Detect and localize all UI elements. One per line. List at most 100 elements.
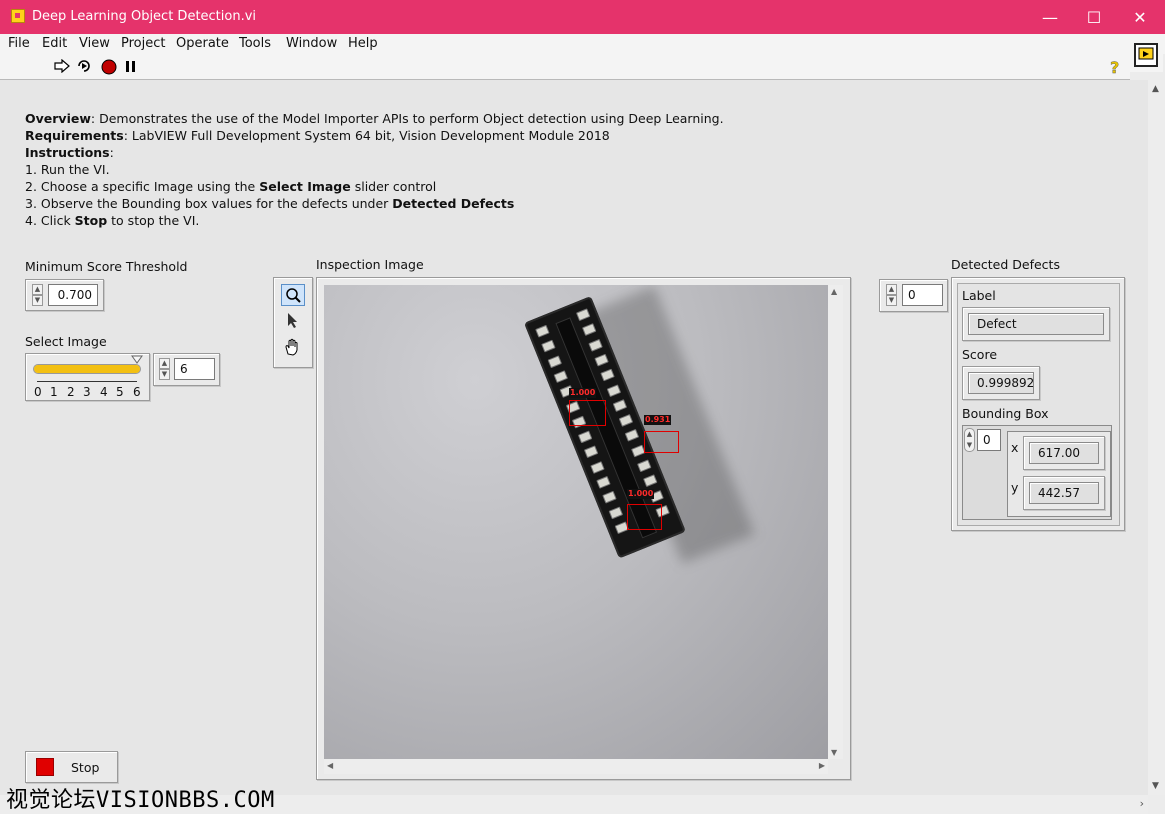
socket-pin [602, 491, 617, 504]
detection-score-label: 0.931 [644, 415, 672, 425]
inspection-image[interactable]: 1.000 0.931 1.000 [324, 285, 828, 759]
socket-pin [575, 308, 591, 322]
bbox-y-indicator: 442.57 [1023, 476, 1105, 510]
menu-view[interactable]: View [79, 36, 110, 51]
selection-tool-button[interactable] [281, 310, 305, 332]
defects-index-input[interactable]: 0 [902, 284, 943, 306]
socket-pin [584, 445, 599, 459]
image-vertical-scrollbar[interactable]: ▲ ▼ [828, 285, 843, 759]
slider-tick-label: 6 [133, 385, 141, 399]
minimize-button[interactable]: — [1027, 0, 1073, 34]
stop-button-label: Stop [71, 760, 100, 775]
socket-pin [624, 429, 640, 443]
min-score-spinner[interactable]: ▲ ▼ [32, 284, 43, 308]
pan-tool-button[interactable] [281, 336, 305, 358]
socket-pin [577, 430, 593, 444]
bbox-index-input[interactable]: 0 [977, 429, 1001, 451]
scroll-up-arrow-icon[interactable]: ▲ [831, 287, 837, 296]
score-caption: Score [962, 347, 998, 362]
requirements-label: Requirements [25, 128, 124, 143]
menu-tools[interactable]: Tools [239, 36, 271, 51]
socket-pin [606, 383, 621, 397]
step3-text-bold: Detected Defects [392, 196, 515, 211]
slider-tick-label: 5 [116, 385, 124, 399]
select-image-slider[interactable]: 0 1 2 3 4 5 6 [25, 353, 150, 401]
select-image-spinner[interactable]: ▲ ▼ [159, 358, 170, 382]
bbox-y-caption: y [1011, 480, 1019, 495]
slider-track[interactable] [33, 364, 141, 374]
decrement-arrow-icon[interactable]: ▼ [32, 295, 43, 306]
socket-pin [618, 414, 634, 427]
svg-text:?: ? [1110, 58, 1119, 76]
bbox-index-spinner[interactable]: ▲ ▼ [964, 428, 975, 452]
scroll-right-arrow-icon[interactable]: ▶ [819, 761, 825, 770]
detection-box [644, 431, 679, 453]
decrement-arrow-icon[interactable]: ▼ [886, 295, 897, 306]
scroll-left-arrow-icon[interactable]: ◀ [327, 761, 333, 770]
select-image-numeric: ▲ ▼ 6 [153, 353, 220, 386]
bbox-y-value: 442.57 [1029, 482, 1099, 504]
instruction-step-1: 1. Run the VI. [25, 162, 110, 177]
menu-window[interactable]: Window [286, 36, 337, 51]
zoom-tool-button[interactable] [281, 284, 305, 306]
instruction-step-4: 4. Click Stop to stop the VI. [25, 212, 199, 229]
step2-text-bold: Select Image [259, 179, 351, 194]
defects-index-spinner[interactable]: ▲ ▼ [886, 284, 897, 308]
slider-tick-label: 3 [83, 385, 91, 399]
slider-fill [34, 365, 140, 373]
maximize-button[interactable]: ☐ [1071, 0, 1117, 34]
increment-arrow-icon[interactable]: ▲ [886, 284, 897, 295]
hand-icon [285, 338, 298, 356]
defects-index-control: ▲ ▼ 0 [879, 279, 948, 312]
decrement-arrow-icon[interactable]: ▼ [159, 369, 170, 380]
menu-edit[interactable]: Edit [42, 36, 67, 51]
labview-vi-icon [11, 9, 25, 23]
menu-file[interactable]: File [8, 36, 30, 51]
socket-pin [608, 506, 623, 519]
socket-pin [643, 474, 658, 488]
run-arrow-icon[interactable] [54, 59, 70, 73]
scroll-down-arrow-icon[interactable]: ▼ [831, 748, 837, 757]
step2-text-post: slider control [350, 179, 437, 194]
pause-icon[interactable] [125, 61, 137, 73]
min-score-input[interactable]: 0.700 [48, 284, 98, 306]
select-image-label: Select Image [25, 334, 107, 349]
socket-pin [590, 460, 605, 474]
slider-tick-label: 0 [34, 385, 42, 399]
close-button[interactable]: ✕ [1117, 0, 1163, 34]
detection-box [627, 504, 662, 530]
socket-pin [594, 353, 609, 367]
slider-thumb-icon[interactable] [131, 355, 143, 365]
increment-arrow-icon[interactable]: ▲ [159, 358, 170, 369]
menu-operate[interactable]: Operate [176, 36, 229, 51]
menu-project[interactable]: Project [121, 36, 165, 51]
socket-pin [535, 324, 550, 338]
stop-button[interactable]: Stop [25, 751, 118, 783]
bbox-x-value: 617.00 [1029, 442, 1099, 464]
socket-pin [612, 398, 628, 412]
socket-pin [596, 475, 611, 489]
run-continuous-icon[interactable] [76, 58, 92, 74]
instructions-line: Instructions: [25, 144, 114, 161]
requirements-line: Requirements: LabVIEW Full Development S… [25, 127, 610, 144]
toolbar: ? [0, 54, 1130, 80]
socket-pin [541, 339, 556, 353]
bbox-x-indicator: 617.00 [1023, 436, 1105, 470]
increment-arrow-icon[interactable]: ▲ [32, 284, 43, 295]
instructions-label: Instructions [25, 145, 110, 160]
help-icon[interactable]: ? [1108, 58, 1122, 76]
score-indicator: 0.999892 [962, 366, 1040, 400]
socket-pin [553, 370, 568, 383]
socket-pin [588, 338, 603, 352]
menu-help[interactable]: Help [348, 36, 378, 51]
slider-tick-label: 4 [100, 385, 108, 399]
panel-vertical-scrollbar[interactable]: ▲ ▼ [1148, 80, 1165, 795]
defect-label-value: Defect [968, 313, 1104, 335]
instructions-colon: : [109, 145, 114, 160]
socket-pin [582, 323, 597, 337]
abort-icon[interactable] [101, 59, 117, 75]
image-horizontal-scrollbar[interactable]: ◀ ▶ [324, 759, 828, 774]
socket-pin [637, 459, 652, 473]
bounding-box-caption: Bounding Box [962, 406, 1049, 421]
select-image-input[interactable]: 6 [174, 358, 215, 380]
